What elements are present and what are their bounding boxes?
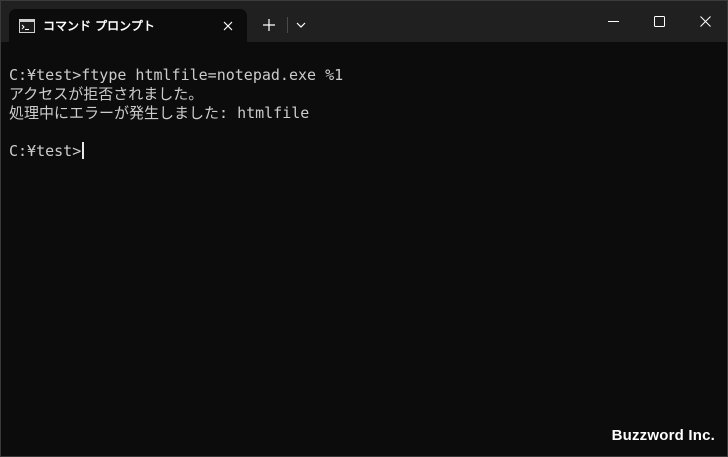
terminal-prompt-line[interactable]: C:¥test>: [9, 142, 719, 161]
tab-close-icon[interactable]: [221, 18, 235, 32]
tab-title: コマンド プロンプト: [43, 19, 155, 33]
text-cursor: [82, 142, 85, 159]
terminal-prompt: C:¥test>: [9, 142, 82, 160]
terminal-line: C:¥test>ftype htmlfile=notepad.exe %1: [9, 66, 344, 84]
minimize-icon: [608, 21, 619, 22]
terminal-line: 処理中にエラーが発生しました: htmlfile: [9, 104, 310, 122]
terminal-window: コマンド プロンプト C:¥test>ftype htmlfile=notepa…: [0, 0, 728, 457]
close-icon: [700, 16, 711, 27]
title-bar[interactable]: コマンド プロンプト: [1, 1, 727, 42]
chevron-down-icon[interactable]: [293, 17, 309, 33]
tab-command-prompt[interactable]: コマンド プロンプト: [9, 9, 247, 42]
maximize-button[interactable]: [636, 1, 682, 42]
watermark-logo: Buzzword Inc.: [611, 427, 715, 444]
terminal-line: アクセスが拒否されました。: [9, 85, 204, 103]
tab-separator: [287, 17, 288, 33]
new-tab-plus-icon[interactable]: [259, 15, 279, 35]
maximize-icon: [654, 16, 665, 27]
close-window-button[interactable]: [682, 1, 727, 42]
terminal-output[interactable]: C:¥test>ftype htmlfile=notepad.exe %1 アク…: [9, 66, 719, 161]
minimize-button[interactable]: [590, 1, 636, 42]
cmd-icon: [19, 18, 35, 33]
